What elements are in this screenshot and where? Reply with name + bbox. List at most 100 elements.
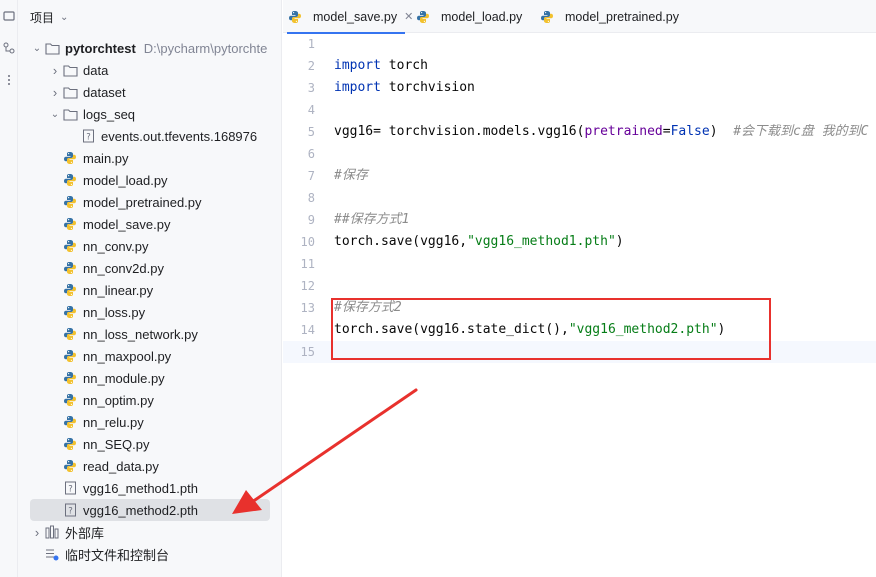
code-text: import torch <box>334 55 428 77</box>
svg-text:?: ? <box>86 133 91 143</box>
code-token: torchvision <box>380 80 475 95</box>
tab-label: model_pretrained.py <box>565 9 679 24</box>
code-line[interactable]: 10 torch.save(vgg16,"vgg16_method1.pth") <box>283 231 876 253</box>
line-number: 14 <box>300 323 315 337</box>
tree-item[interactable]: nn_optim.py <box>18 389 281 411</box>
tree-item[interactable]: ? events.out.tfevents.168976 <box>18 125 281 147</box>
tool-window-strip <box>0 0 18 577</box>
tree-item-label: nn_conv.py <box>83 238 149 254</box>
tree-item-label: model_save.py <box>83 216 171 232</box>
tree-item[interactable]: nn_linear.py <box>18 279 281 301</box>
code-token: import <box>334 58 381 73</box>
tree-item[interactable]: nn_module.py <box>18 367 281 389</box>
tree-item-label: nn_SEQ.py <box>83 436 150 452</box>
code-line[interactable]: 6 <box>283 143 876 165</box>
chevron-right-icon[interactable]: › <box>48 63 62 78</box>
tree-item[interactable]: › data <box>18 59 281 81</box>
code-token: #保存 <box>334 168 368 183</box>
tree-item-label: pytorchtest <box>65 40 136 56</box>
code-line[interactable]: 11 <box>283 253 876 275</box>
tab-model-save[interactable]: model_save.py ✕ <box>287 0 413 34</box>
tree-item-label: nn_linear.py <box>83 282 154 298</box>
tree-item[interactable]: model_pretrained.py <box>18 191 281 213</box>
code-line[interactable]: 2 import torch <box>283 55 876 77</box>
code-token: False <box>670 124 710 139</box>
tree-item[interactable]: model_load.py <box>18 169 281 191</box>
python-file-icon <box>62 150 78 166</box>
tree-item-label: nn_conv2d.py <box>83 260 164 276</box>
python-file-icon <box>62 194 78 210</box>
python-file-icon <box>62 216 78 232</box>
project-panel-title: 项目 <box>30 10 55 25</box>
tree-item[interactable]: nn_SEQ.py <box>18 433 281 455</box>
chevron-down-icon[interactable]: ⌄ <box>60 12 68 23</box>
tree-item[interactable]: nn_relu.py <box>18 411 281 433</box>
unknown-file-icon: ? <box>80 128 96 144</box>
code-line[interactable]: 8 <box>283 187 876 209</box>
python-file-icon <box>62 282 78 298</box>
structure-tool-icon[interactable] <box>2 42 16 56</box>
tree-item-label: main.py <box>83 150 129 166</box>
code-token: ) <box>709 124 734 139</box>
code-token: "vgg16_method1.pth" <box>467 234 616 249</box>
code-line[interactable]: 12 <box>283 275 876 297</box>
code-line[interactable]: 3 import torchvision <box>283 77 876 99</box>
tree-item[interactable]: › 外部库 <box>18 521 281 543</box>
project-path: D:\pycharm\pytorchte <box>143 40 268 56</box>
code-line[interactable]: 5 vgg16= torchvision.models.vgg16(pretrai… <box>283 121 876 143</box>
chevron-right-icon[interactable]: › <box>30 525 44 540</box>
code-line[interactable]: 9 ##保存方式1 <box>283 209 876 231</box>
code-token: torch.save(vgg16, <box>334 234 468 249</box>
tree-item[interactable]: nn_maxpool.py <box>18 345 281 367</box>
code-line[interactable]: 1 <box>283 33 876 55</box>
tree-item[interactable]: nn_conv.py <box>18 235 281 257</box>
tree-item[interactable]: read_data.py <box>18 455 281 477</box>
tree-item-label: vgg16_method2.pth <box>83 502 198 518</box>
close-icon[interactable]: ✕ <box>404 10 413 23</box>
code-token: torch <box>380 58 428 73</box>
more-tools-icon[interactable] <box>2 74 16 88</box>
tree-item[interactable]: ? vgg16_method2.pth <box>30 499 270 521</box>
chevron-down-icon[interactable]: ⌄ <box>48 109 62 120</box>
code-line[interactable]: 4 <box>283 99 876 121</box>
python-file-icon <box>62 392 78 408</box>
tree-item-label: nn_module.py <box>83 370 165 386</box>
line-number: 6 <box>307 147 315 161</box>
tree-item[interactable]: nn_loss.py <box>18 301 281 323</box>
tab-model-load[interactable]: model_load.py <box>415 0 522 33</box>
code-line[interactable]: 7 #保存 <box>283 165 876 187</box>
tree-item[interactable]: main.py <box>18 147 281 169</box>
tree-item[interactable]: ⌄ pytorchtest D:\pycharm\pytorchte <box>18 37 281 59</box>
project-tool-icon[interactable] <box>2 10 16 24</box>
tree-item-label: model_pretrained.py <box>83 194 202 210</box>
chevron-right-icon[interactable]: › <box>48 85 62 100</box>
line-number: 13 <box>300 301 315 315</box>
tree-item-label: model_load.py <box>83 172 168 188</box>
tree-item[interactable]: nn_loss_network.py <box>18 323 281 345</box>
line-number: 4 <box>307 103 315 117</box>
unknown-file-icon: ? <box>62 480 78 496</box>
python-file-icon <box>62 348 78 364</box>
project-panel-header[interactable]: 项目 ⌄ <box>30 8 68 26</box>
python-file-icon <box>62 370 78 386</box>
line-number: 12 <box>300 279 315 293</box>
tree-item[interactable]: ⌄ logs_seq <box>18 103 281 125</box>
tree-item[interactable]: 临时文件和控制台 <box>18 543 281 565</box>
tree-item[interactable]: model_save.py <box>18 213 281 235</box>
scratches-icon <box>44 546 60 562</box>
chevron-down-icon[interactable]: ⌄ <box>30 43 44 54</box>
tab-model-pretrained[interactable]: model_pretrained.py <box>539 0 679 33</box>
tree-item[interactable]: › dataset <box>18 81 281 103</box>
code-token: ##保存方式1 <box>334 212 410 227</box>
highlight-box <box>331 298 771 360</box>
editor-tabs: model_save.py ✕ model_load.py model_pret… <box>283 0 876 34</box>
code-text: torch.save(vgg16,"vgg16_method1.pth") <box>334 231 624 253</box>
tree-item[interactable]: nn_conv2d.py <box>18 257 281 279</box>
library-icon <box>44 524 60 540</box>
line-number: 8 <box>307 191 315 205</box>
code-text: ##保存方式1 <box>334 209 409 231</box>
folder-icon <box>62 62 78 78</box>
line-number: 9 <box>307 213 315 227</box>
python-file-icon <box>62 458 78 474</box>
tree-item[interactable]: ? vgg16_method1.pth <box>18 477 281 499</box>
